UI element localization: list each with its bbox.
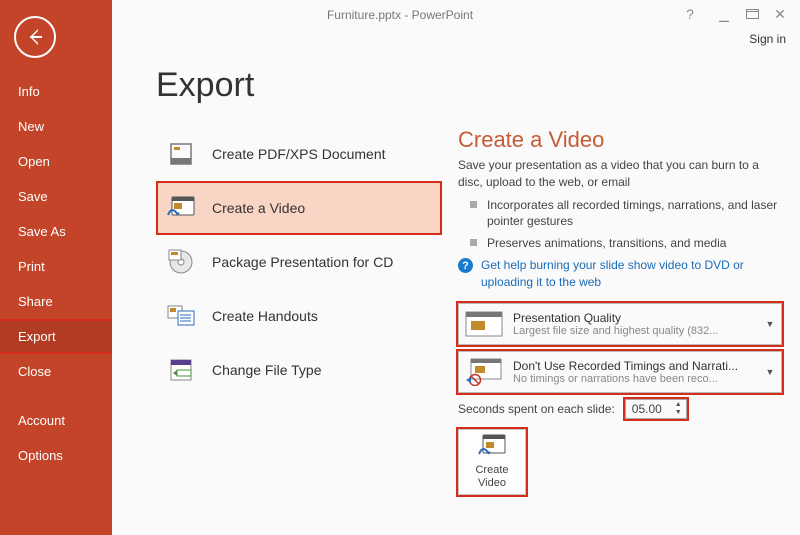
- page-title: Export: [156, 66, 800, 105]
- seconds-label: Seconds spent on each slide:: [458, 402, 615, 416]
- option-package-cd[interactable]: Package Presentation for CD: [156, 235, 442, 289]
- sidebar-item-save[interactable]: Save: [0, 179, 112, 214]
- close-icon[interactable]: ✕: [770, 6, 790, 23]
- spinner-arrows-icon: ▲▼: [675, 400, 685, 418]
- option-change-file-type[interactable]: Change File Type: [156, 343, 442, 397]
- chevron-down-icon: ▼: [765, 367, 775, 377]
- video-icon: [166, 193, 196, 223]
- window-title: Furniture.pptx - PowerPoint: [327, 8, 473, 22]
- sidebar-item-account[interactable]: Account: [0, 403, 112, 438]
- quality-title: Presentation Quality: [513, 311, 765, 325]
- option-label: Create PDF/XPS Document: [212, 146, 386, 162]
- sidebar-item-open[interactable]: Open: [0, 144, 112, 179]
- option-label: Change File Type: [212, 362, 321, 378]
- timings-subtitle: No timings or narrations have been reco.…: [513, 373, 765, 385]
- help-icon[interactable]: ?: [680, 6, 700, 22]
- seconds-value: 05.00: [632, 402, 662, 416]
- chevron-down-icon: ▼: [765, 319, 775, 329]
- export-options-list: Create PDF/XPS Document Create a Video P…: [156, 127, 442, 495]
- details-description: Save your presentation as a video that y…: [458, 157, 782, 191]
- backstage-sidebar: Info New Open Save Save As Print Share E…: [0, 0, 112, 535]
- filetype-icon: [166, 355, 196, 385]
- handouts-icon: [166, 301, 196, 331]
- sidebar-item-options[interactable]: Options: [0, 438, 112, 473]
- option-create-pdf-xps[interactable]: Create PDF/XPS Document: [156, 127, 442, 181]
- bullet-row: Preserves animations, transitions, and m…: [458, 235, 782, 251]
- help-link-row[interactable]: ? Get help burning your slide show video…: [458, 257, 782, 291]
- timings-title: Don't Use Recorded Timings and Narrati..…: [513, 359, 765, 373]
- option-label: Create a Video: [212, 200, 305, 216]
- sidebar-item-share[interactable]: Share: [0, 284, 112, 319]
- option-create-handouts[interactable]: Create Handouts: [156, 289, 442, 343]
- timings-thumb-icon: [465, 358, 503, 386]
- minimize-icon[interactable]: –: [714, 10, 734, 31]
- option-label: Package Presentation for CD: [212, 254, 393, 270]
- create-video-button[interactable]: CreateVideo: [458, 429, 526, 495]
- help-info-icon: ?: [458, 258, 473, 273]
- details-heading: Create a Video: [458, 127, 782, 153]
- restore-icon[interactable]: [742, 6, 762, 22]
- option-create-video[interactable]: Create a Video: [156, 181, 442, 235]
- quality-thumb-icon: [465, 310, 503, 338]
- sidebar-item-new[interactable]: New: [0, 109, 112, 144]
- sidebar-item-print[interactable]: Print: [0, 249, 112, 284]
- pdf-xps-icon: [166, 139, 196, 169]
- sidebar-item-save-as[interactable]: Save As: [0, 214, 112, 249]
- sign-in-link[interactable]: Sign in: [749, 32, 786, 46]
- sidebar-item-export[interactable]: Export: [0, 319, 112, 354]
- sidebar-item-close[interactable]: Close: [0, 354, 112, 389]
- seconds-spinner[interactable]: 05.00 ▲▼: [625, 399, 687, 419]
- sidebar-item-info[interactable]: Info: [0, 74, 112, 109]
- help-link-text: Get help burning your slide show video t…: [481, 257, 782, 291]
- option-label: Create Handouts: [212, 308, 318, 324]
- bullet-row: Incorporates all recorded timings, narra…: [458, 197, 782, 229]
- quality-selector[interactable]: Presentation Quality Largest file size a…: [458, 303, 782, 345]
- bullet-icon: [470, 239, 477, 246]
- cd-icon: [166, 247, 196, 277]
- timings-selector[interactable]: Don't Use Recorded Timings and Narrati..…: [458, 351, 782, 393]
- bullet-icon: [470, 201, 477, 208]
- quality-subtitle: Largest file size and highest quality (8…: [513, 325, 765, 337]
- create-video-icon: [477, 434, 507, 462]
